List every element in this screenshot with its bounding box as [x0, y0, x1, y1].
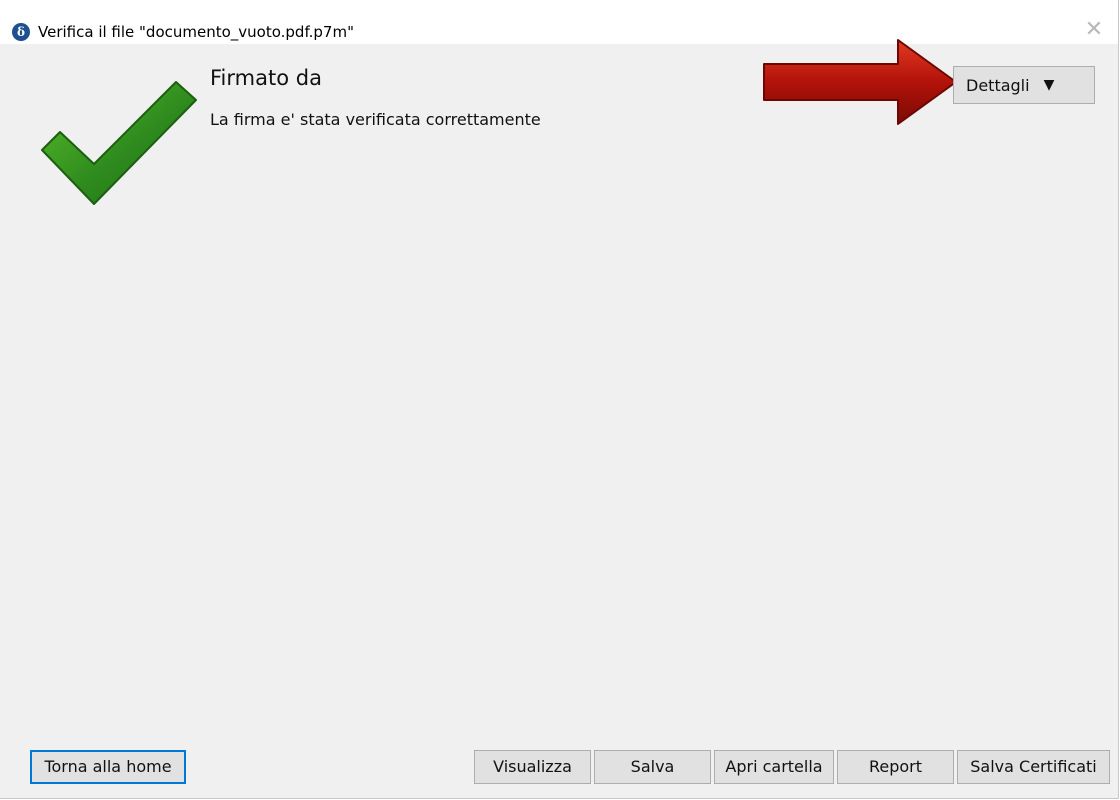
verify-dialog: δ Verifica il file "documento_vuoto.pdf.… [0, 0, 1119, 799]
save-certificates-button[interactable]: Salva Certificati [957, 750, 1110, 784]
view-button[interactable]: Visualizza [474, 750, 591, 784]
window-title: Verifica il file "documento_vuoto.pdf.p7… [38, 23, 354, 41]
report-button[interactable]: Report [837, 750, 954, 784]
red-arrow-annotation [763, 39, 957, 125]
checkmark-icon [41, 81, 197, 205]
details-label: Dettagli [966, 75, 1030, 95]
close-icon[interactable]: ✕ [1084, 19, 1104, 41]
details-button[interactable]: Dettagli ▼ [953, 66, 1095, 104]
dialog-content: Firmato da La firma e' stata verificata … [0, 39, 1118, 798]
caret-down-icon: ▼ [1043, 77, 1055, 93]
app-logo-icon: δ [12, 23, 30, 41]
home-button[interactable]: Torna alla home [30, 750, 186, 784]
open-folder-button[interactable]: Apri cartella [714, 750, 834, 784]
save-button[interactable]: Salva [594, 750, 711, 784]
verification-message: La firma e' stata verificata correttamen… [210, 110, 541, 129]
signed-by-heading: Firmato da [210, 66, 322, 90]
